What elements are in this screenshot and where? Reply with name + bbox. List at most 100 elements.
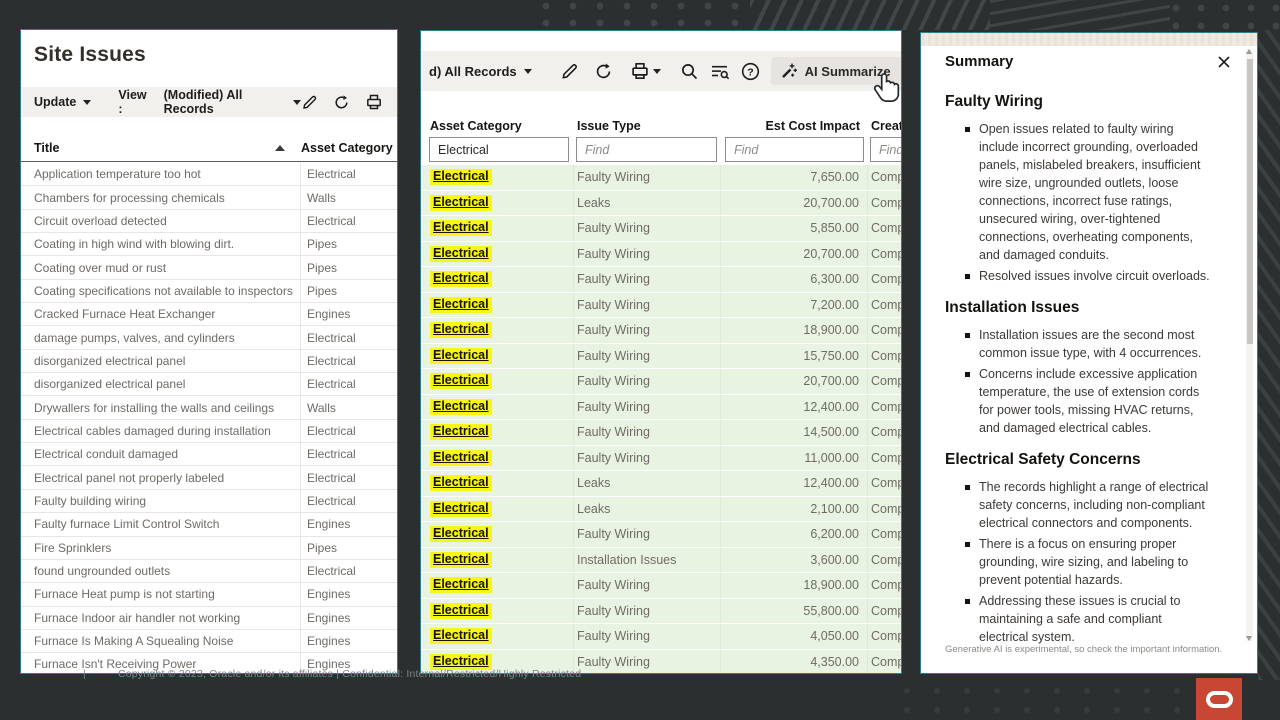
highlighted-match[interactable]: Electrical [430, 577, 492, 593]
scrollbar[interactable] [1246, 49, 1253, 641]
asset-category-cell: Pipes [301, 261, 337, 275]
dropdown-caret-icon[interactable] [83, 100, 91, 105]
table-row[interactable]: found ungrounded outletsElectrical [21, 560, 397, 583]
highlighted-match[interactable]: Electrical [430, 348, 492, 364]
table-row[interactable]: Coating over mud or rustPipes [21, 256, 397, 279]
highlighted-match[interactable]: Electrical [430, 195, 492, 211]
highlighted-match[interactable]: Electrical [430, 603, 492, 619]
refresh-icon[interactable] [594, 62, 613, 81]
table-row[interactable]: ElectricalFaulty Wiring5,850.00Comp [421, 216, 902, 242]
table-row[interactable]: ElectricalFaulty Wiring14,500.00Comp [421, 420, 902, 446]
issue-title-cell: Furnace Indoor air handler not working [21, 607, 301, 629]
highlighted-match[interactable]: Electrical [430, 475, 492, 491]
table-row[interactable]: ElectricalFaulty Wiring20,700.00Comp [421, 242, 902, 268]
table-row[interactable]: ElectricalLeaks12,400.00Comp [421, 471, 902, 497]
issue-type-cell: Faulty Wiring [574, 242, 721, 267]
column-header-create[interactable]: Create [868, 119, 902, 133]
table-row[interactable]: Electrical cables damaged during install… [21, 420, 397, 443]
table-row[interactable]: Furnace Indoor air handler not workingEn… [21, 607, 397, 630]
table-row[interactable]: Faulty building wiringElectrical [21, 490, 397, 513]
print-icon[interactable] [365, 93, 383, 111]
table-row[interactable]: disorganized electrical panelElectrical [21, 373, 397, 396]
highlighted-match[interactable]: Electrical [430, 169, 492, 185]
column-header-est-cost-impact[interactable]: Est Cost Impact [721, 119, 868, 133]
table-row[interactable]: ElectricalFaulty Wiring20,700.00Comp [421, 369, 902, 395]
edit-pencil-icon[interactable] [301, 94, 318, 111]
highlighted-match[interactable]: Electrical [430, 322, 492, 338]
filter-input-create[interactable] [870, 137, 902, 162]
edit-pencil-icon[interactable] [560, 62, 579, 81]
table-row[interactable]: ElectricalFaulty Wiring55,800.00Comp [421, 599, 902, 625]
filter-input-asset-category[interactable] [429, 137, 569, 162]
highlighted-match[interactable]: Electrical [430, 399, 492, 415]
sort-ascending-icon[interactable] [275, 145, 285, 151]
close-icon[interactable] [1217, 55, 1231, 69]
help-icon[interactable]: ? [741, 62, 760, 81]
slide-footer-separator: | [83, 668, 86, 680]
table-row[interactable]: ElectricalFaulty Wiring18,900.00Comp [421, 573, 902, 599]
highlighted-match[interactable]: Electrical [430, 450, 492, 466]
filter-input-est-cost-impact[interactable] [725, 137, 864, 162]
table-row[interactable]: ElectricalLeaks20,700.00Comp [421, 191, 902, 217]
scrollbar-thumb[interactable] [1247, 59, 1253, 344]
highlighted-match[interactable]: Electrical [430, 501, 492, 517]
column-header-asset-category[interactable]: Asset Category [297, 141, 393, 155]
column-header-title[interactable]: Title [21, 141, 275, 155]
search-icon[interactable] [680, 62, 699, 81]
table-row[interactable]: Coating specifications not available to … [21, 280, 397, 303]
table-row[interactable]: ElectricalFaulty Wiring6,300.00Comp [421, 267, 902, 293]
table-row[interactable]: Electrical panel not properly labeledEle… [21, 466, 397, 489]
table-row[interactable]: ElectricalFaulty Wiring11,000.00Comp [421, 446, 902, 472]
table-row[interactable]: Furnace Heat pump is not startingEngines [21, 583, 397, 606]
scroll-up-icon[interactable] [1246, 49, 1252, 54]
table-row[interactable]: damage pumps, valves, and cylindersElect… [21, 326, 397, 349]
highlighted-match[interactable]: Electrical [430, 552, 492, 568]
print-dropdown-caret-icon[interactable] [653, 69, 661, 74]
highlighted-match[interactable]: Electrical [430, 246, 492, 262]
highlighted-match[interactable]: Electrical [430, 424, 492, 440]
column-header-asset-category[interactable]: Asset Category [421, 119, 574, 133]
create-cell: Comp [868, 247, 902, 261]
table-row[interactable]: Drywallers for installing the walls and … [21, 396, 397, 419]
issue-type-cell: Faulty Wiring [574, 395, 721, 420]
table-row[interactable]: Furnace Is Making A Squealing NoiseEngin… [21, 630, 397, 653]
table-row[interactable]: Application temperature too hotElectrica… [21, 163, 397, 186]
view-selector[interactable]: (Modified) All Records [164, 88, 286, 116]
table-row[interactable]: Cracked Furnace Heat ExchangerEngines [21, 303, 397, 326]
highlighted-match[interactable]: Electrical [430, 373, 492, 389]
view-selector[interactable]: d) All Records [429, 64, 517, 79]
table-row[interactable]: Coating in high wind with blowing dirt.P… [21, 233, 397, 256]
dropdown-caret-icon[interactable] [524, 69, 532, 74]
table-row[interactable]: Electrical conduit damagedElectrical [21, 443, 397, 466]
scroll-down-icon[interactable] [1246, 636, 1252, 641]
table-row[interactable]: ElectricalFaulty Wiring7,650.00Comp [421, 165, 902, 191]
table-row[interactable]: Faulty furnace Limit Control SwitchEngin… [21, 513, 397, 536]
highlighted-match[interactable]: Electrical [430, 526, 492, 542]
table-row[interactable]: Chambers for processing chemicalsWalls [21, 186, 397, 209]
table-row[interactable]: ElectricalFaulty Wiring12,400.00Comp [421, 395, 902, 421]
background-pattern-dots [1170, 0, 1280, 30]
asset-category-cell: Electrical [421, 369, 574, 394]
table-row[interactable]: ElectricalFaulty Wiring6,200.00Comp [421, 522, 902, 548]
dropdown-caret-icon[interactable] [293, 100, 301, 105]
print-icon[interactable] [630, 61, 650, 81]
column-header-issue-type[interactable]: Issue Type [574, 119, 721, 133]
highlighted-match[interactable]: Electrical [430, 220, 492, 236]
table-row[interactable]: ElectricalFaulty Wiring4,050.00Comp [421, 624, 902, 650]
table-row[interactable]: ElectricalLeaks2,100.00Comp [421, 497, 902, 523]
table-row[interactable]: ElectricalFaulty Wiring18,900.00Comp [421, 318, 902, 344]
table-row[interactable]: ElectricalInstallation Issues3,600.00Com… [421, 548, 902, 574]
table-row[interactable]: ElectricalFaulty Wiring15,750.00Comp [421, 344, 902, 370]
highlighted-match[interactable]: Electrical [430, 271, 492, 287]
highlighted-match[interactable]: Electrical [430, 297, 492, 313]
background-pattern-stripes [990, 0, 1170, 30]
refresh-icon[interactable] [333, 94, 350, 111]
query-by-example-icon[interactable] [710, 62, 730, 81]
highlighted-match[interactable]: Electrical [430, 628, 492, 644]
table-row[interactable]: Circuit overload detectedElectrical [21, 210, 397, 233]
filter-input-issue-type[interactable] [576, 137, 717, 162]
table-row[interactable]: ElectricalFaulty Wiring7,200.00Comp [421, 293, 902, 319]
table-row[interactable]: disorganized electrical panelElectrical [21, 350, 397, 373]
update-menu-button[interactable]: Update [34, 95, 76, 109]
table-row[interactable]: Fire SprinklersPipes [21, 537, 397, 560]
